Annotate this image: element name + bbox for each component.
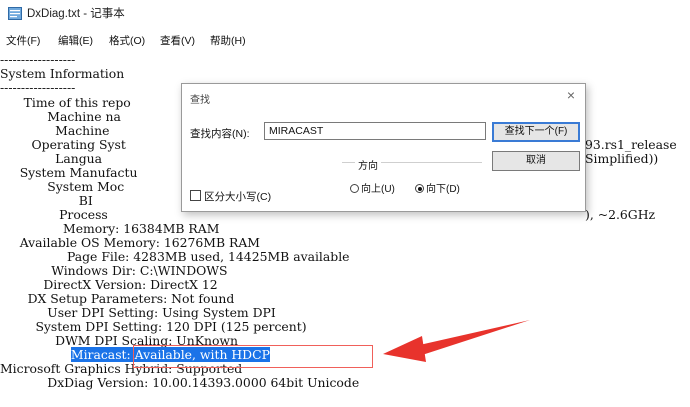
menu-format[interactable]: 格式(O) <box>109 33 145 48</box>
text-line: ------------------ <box>0 80 76 95</box>
highlight-box <box>133 345 373 368</box>
menu-bar: 文件(F) 编辑(E) 格式(O) 查看(V) 帮助(H) <box>0 30 690 50</box>
direction-down-radio[interactable]: 向下(D) <box>415 180 460 195</box>
match-case-label: 区分大小写(C) <box>204 191 272 203</box>
menu-help[interactable]: 帮助(H) <box>210 33 246 48</box>
text-line-tail: ), ~2.6GHz <box>585 207 656 222</box>
find-next-button[interactable]: 查找下一个(F) <box>492 122 580 142</box>
text-line-tail: Simplified)) <box>585 151 659 166</box>
title-bar: DxDiag.txt - 记事本 <box>0 0 690 27</box>
dialog-title: 查找 <box>190 95 210 106</box>
notepad-icon <box>8 7 22 20</box>
find-what-label: 查找内容(N): <box>190 128 250 140</box>
window-title: DxDiag.txt - 记事本 <box>27 8 125 20</box>
direction-up-label: 向上(U) <box>361 184 395 195</box>
radio-on-icon <box>415 184 424 193</box>
find-dialog: 查找 × 查找内容(N): MIRACAST 查找下一个(F) 取消 方向 向上… <box>181 83 586 212</box>
find-what-input[interactable]: MIRACAST <box>264 122 486 140</box>
menu-edit[interactable]: 编辑(E) <box>58 33 93 48</box>
cancel-button[interactable]: 取消 <box>492 151 580 171</box>
text-line: DxDiag Version: 10.00.14393.0000 64bit U… <box>0 375 360 390</box>
radio-off-icon <box>350 184 359 193</box>
menu-file[interactable]: 文件(F) <box>6 33 40 48</box>
menu-view[interactable]: 查看(V) <box>160 33 195 48</box>
direction-label: 方向 <box>355 157 381 172</box>
direction-up-radio[interactable]: 向上(U) <box>350 180 395 195</box>
close-icon[interactable]: × <box>567 87 575 103</box>
checkbox-icon <box>190 190 201 201</box>
direction-down-label: 向下(D) <box>426 184 460 195</box>
match-case-checkbox[interactable]: 区分大小写(C) <box>190 189 271 204</box>
